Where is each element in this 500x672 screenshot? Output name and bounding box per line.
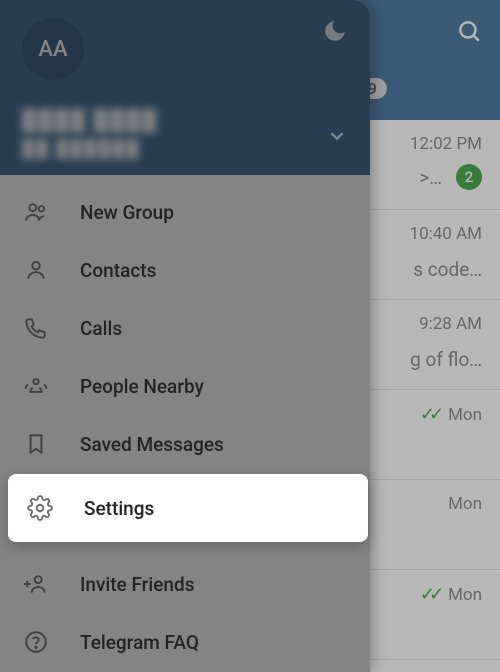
menu-label: Settings xyxy=(84,497,154,520)
scrim-overlay[interactable] xyxy=(0,0,500,672)
gear-icon xyxy=(26,495,54,521)
menu-item-settings[interactable]: Settings xyxy=(8,474,368,542)
